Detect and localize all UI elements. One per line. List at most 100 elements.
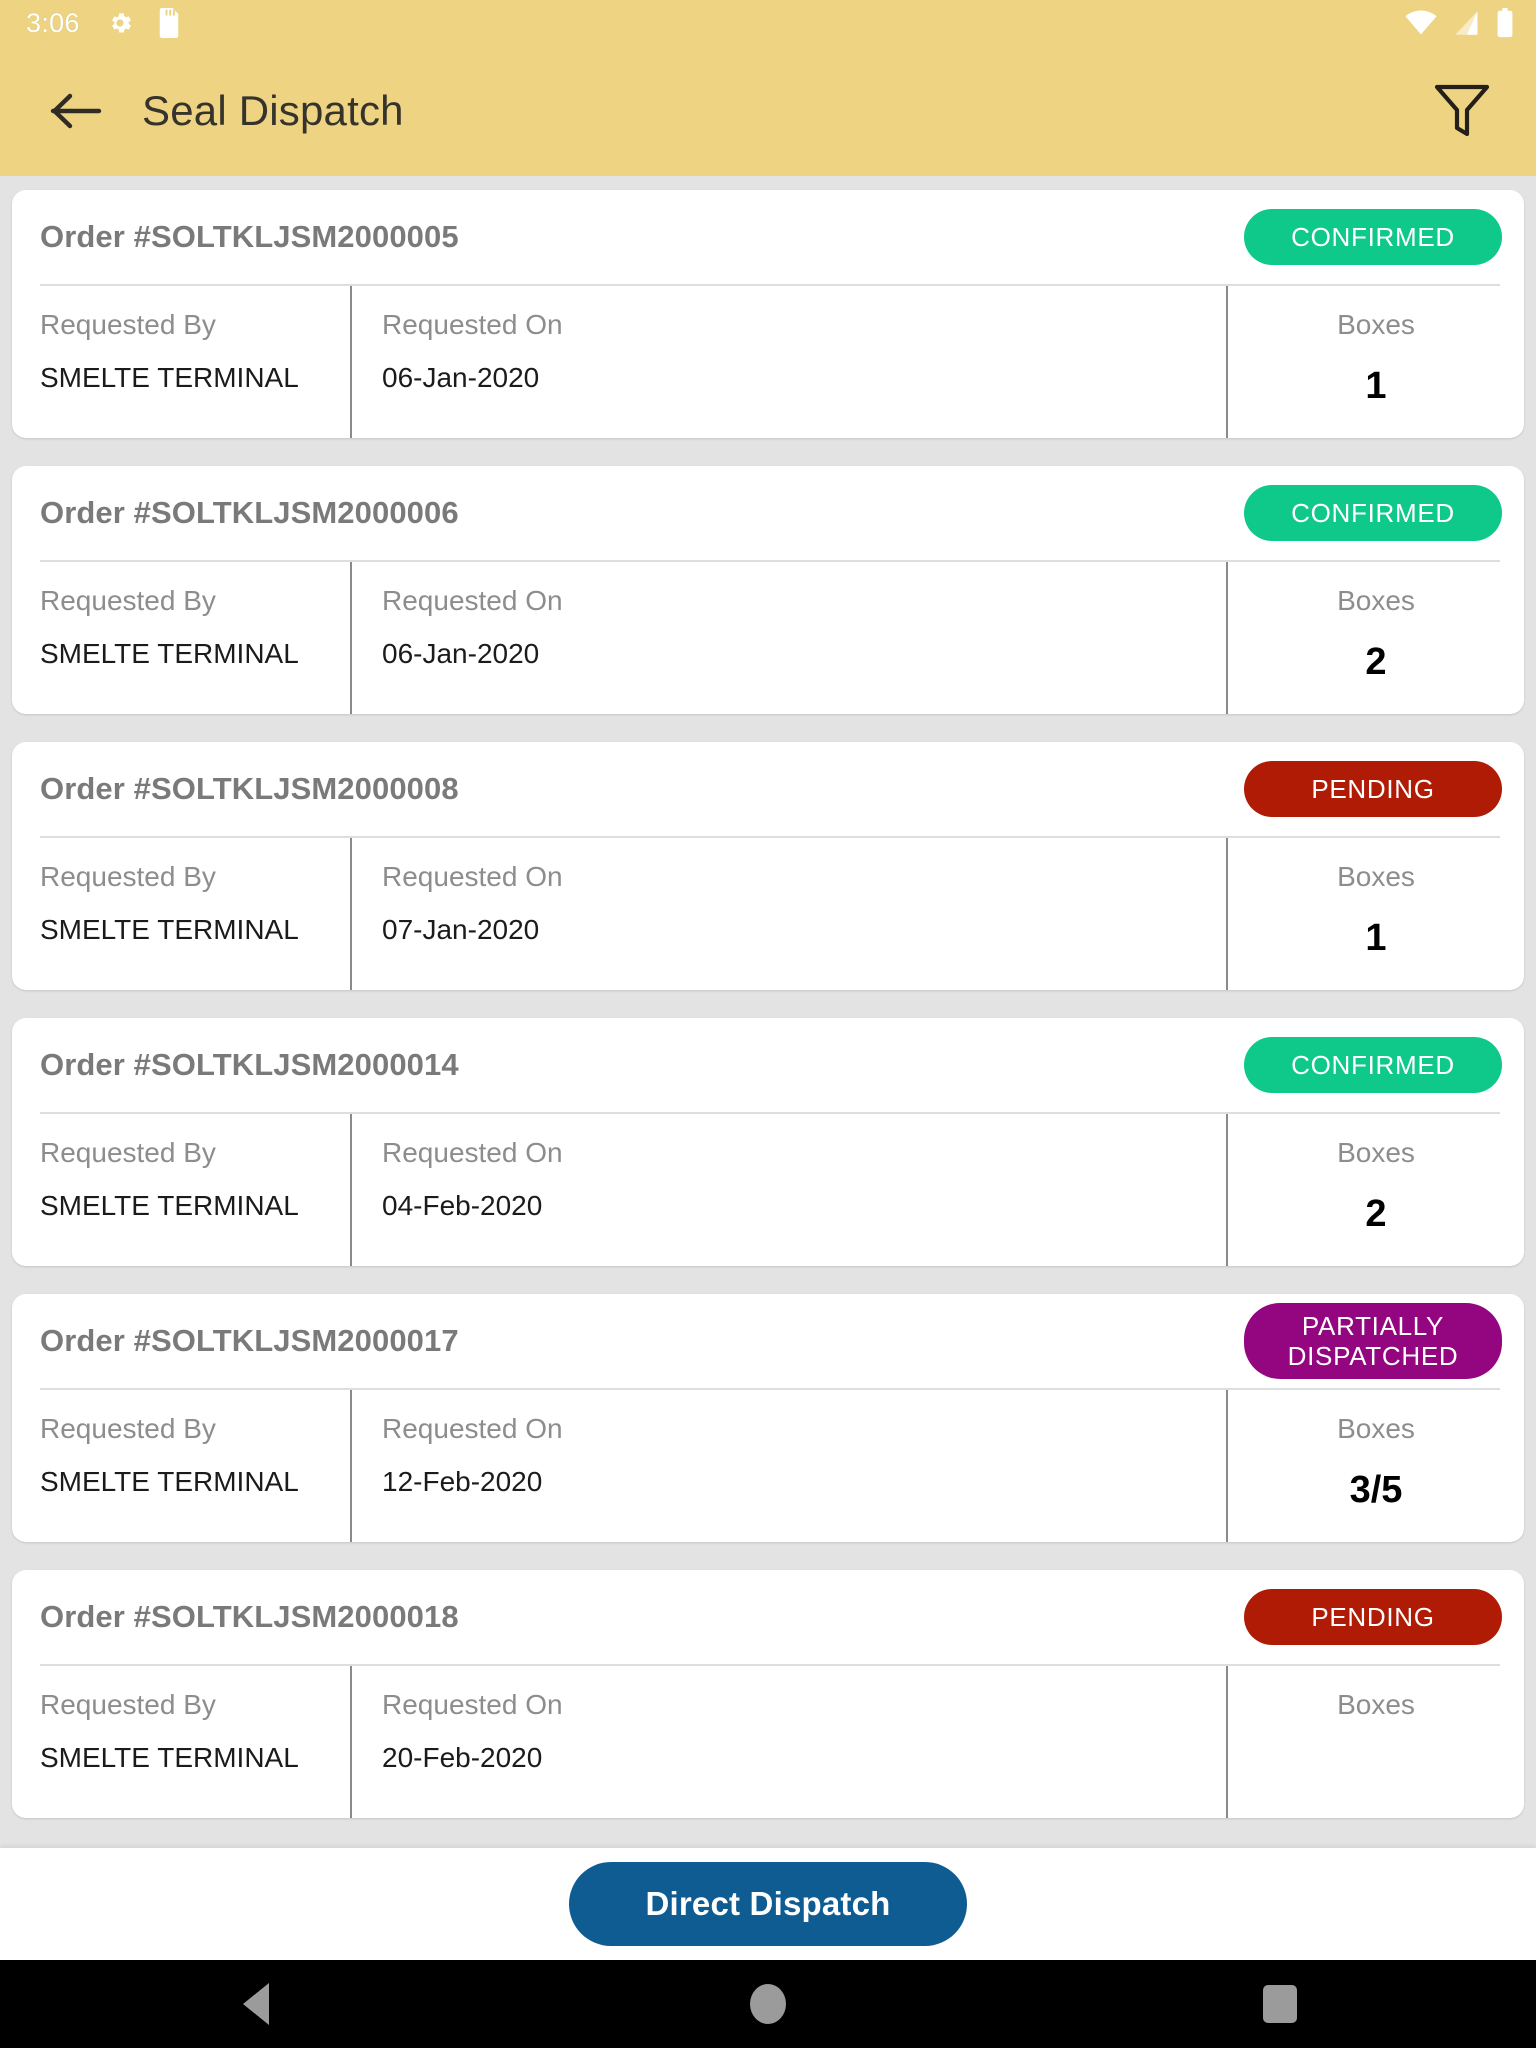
- order-card-body: Requested By SMELTE TERMINAL Requested O…: [12, 1390, 1524, 1542]
- triangle-back-icon: [243, 1983, 269, 2025]
- boxes-column: Boxes 3/5: [1226, 1390, 1524, 1542]
- filter-funnel-icon: [1434, 84, 1490, 137]
- cellular-signal-icon: [1454, 10, 1480, 36]
- requested-on-label: Requested On: [382, 309, 563, 340]
- order-card[interactable]: Order #SOLTKLJSM2000008 PENDING Requeste…: [12, 742, 1524, 990]
- order-id: Order #SOLTKLJSM2000017: [40, 1323, 459, 1358]
- nav-home-button[interactable]: [512, 1984, 1024, 2024]
- bottom-action-bar: Direct Dispatch: [0, 1848, 1536, 1960]
- direct-dispatch-button[interactable]: Direct Dispatch: [569, 1862, 967, 1946]
- order-card[interactable]: Order #SOLTKLJSM2000017 PARTIALLY DISPAT…: [12, 1294, 1524, 1542]
- boxes-value: 2: [1365, 1192, 1387, 1235]
- app-root: 3:06 Seal Dispatch Order #SOLTKLJSM20000…: [0, 0, 1536, 2048]
- requested-by-column: Requested By SMELTE TERMINAL: [12, 1390, 334, 1542]
- requested-by-label: Requested By: [40, 585, 216, 616]
- order-card-body: Requested By SMELTE TERMINAL Requested O…: [12, 562, 1524, 714]
- requested-by-value: SMELTE TERMINAL: [40, 1465, 299, 1497]
- requested-on-column: Requested On 12-Feb-2020: [350, 1390, 1226, 1542]
- boxes-label: Boxes: [1337, 861, 1415, 892]
- order-card-header: Order #SOLTKLJSM2000006 CONFIRMED: [12, 466, 1524, 560]
- boxes-label: Boxes: [1337, 1413, 1415, 1444]
- order-card-header: Order #SOLTKLJSM2000008 PENDING: [12, 742, 1524, 836]
- battery-icon: [1496, 8, 1514, 38]
- status-badge[interactable]: PENDING: [1244, 760, 1502, 818]
- boxes-column: Boxes 2: [1226, 1114, 1524, 1266]
- order-list[interactable]: Order #SOLTKLJSM2000005 CONFIRMED Reques…: [0, 176, 1536, 2048]
- requested-on-value: 12-Feb-2020: [382, 1465, 543, 1497]
- gear-icon: [106, 9, 134, 37]
- status-badge[interactable]: CONFIRMED: [1244, 484, 1502, 542]
- requested-on-label: Requested On: [382, 1413, 563, 1444]
- boxes-label: Boxes: [1337, 309, 1415, 340]
- order-card[interactable]: Order #SOLTKLJSM2000006 CONFIRMED Reques…: [12, 466, 1524, 714]
- requested-by-label: Requested By: [40, 1689, 216, 1720]
- order-card-body: Requested By SMELTE TERMINAL Requested O…: [12, 286, 1524, 438]
- requested-on-label: Requested On: [382, 861, 563, 892]
- android-navigation-bar: [0, 1960, 1536, 2048]
- requested-on-column: Requested On 04-Feb-2020: [350, 1114, 1226, 1266]
- requested-by-value: SMELTE TERMINAL: [40, 361, 299, 393]
- order-id: Order #SOLTKLJSM2000006: [40, 495, 459, 530]
- requested-on-value: 20-Feb-2020: [382, 1741, 543, 1773]
- requested-on-column: Requested On 06-Jan-2020: [350, 562, 1226, 714]
- boxes-column: Boxes: [1226, 1666, 1524, 1818]
- requested-on-column: Requested On 07-Jan-2020: [350, 838, 1226, 990]
- requested-by-column: Requested By SMELTE TERMINAL: [12, 1114, 334, 1266]
- app-bar: Seal Dispatch: [0, 46, 1536, 176]
- order-card-header: Order #SOLTKLJSM2000014 CONFIRMED: [12, 1018, 1524, 1112]
- sd-card-icon: [156, 8, 182, 38]
- status-bar-clock: 3:06: [26, 7, 80, 38]
- boxes-column: Boxes 1: [1226, 838, 1524, 990]
- boxes-label: Boxes: [1337, 585, 1415, 616]
- status-badge[interactable]: PARTIALLY DISPATCHED: [1244, 1302, 1502, 1380]
- requested-on-column: Requested On 20-Feb-2020: [350, 1666, 1226, 1818]
- order-card-header: Order #SOLTKLJSM2000005 CONFIRMED: [12, 190, 1524, 284]
- page-title: Seal Dispatch: [142, 87, 404, 134]
- square-recents-icon: [1263, 1985, 1297, 2023]
- back-button[interactable]: [40, 75, 112, 147]
- order-id: Order #SOLTKLJSM2000005: [40, 219, 459, 254]
- requested-on-label: Requested On: [382, 585, 563, 616]
- nav-back-button[interactable]: [0, 1983, 512, 2025]
- order-card-body: Requested By SMELTE TERMINAL Requested O…: [12, 1666, 1524, 1818]
- boxes-label: Boxes: [1337, 1137, 1415, 1168]
- requested-by-label: Requested By: [40, 1413, 216, 1444]
- requested-on-value: 06-Jan-2020: [382, 361, 540, 393]
- requested-by-value: SMELTE TERMINAL: [40, 637, 299, 669]
- requested-by-column: Requested By SMELTE TERMINAL: [12, 838, 334, 990]
- requested-on-value: 04-Feb-2020: [382, 1189, 543, 1221]
- order-card[interactable]: Order #SOLTKLJSM2000014 CONFIRMED Reques…: [12, 1018, 1524, 1266]
- status-badge[interactable]: PENDING: [1244, 1588, 1502, 1646]
- requested-on-label: Requested On: [382, 1689, 563, 1720]
- requested-on-value: 06-Jan-2020: [382, 637, 540, 669]
- requested-by-label: Requested By: [40, 1137, 216, 1168]
- requested-by-label: Requested By: [40, 861, 216, 892]
- order-card-header: Order #SOLTKLJSM2000018 PENDING: [12, 1570, 1524, 1664]
- boxes-value: 2: [1365, 640, 1387, 683]
- status-badge[interactable]: CONFIRMED: [1244, 208, 1502, 266]
- boxes-value: 1: [1365, 916, 1387, 959]
- requested-by-label: Requested By: [40, 309, 216, 340]
- requested-by-column: Requested By SMELTE TERMINAL: [12, 1666, 334, 1818]
- boxes-column: Boxes 1: [1226, 286, 1524, 438]
- boxes-label: Boxes: [1337, 1689, 1415, 1720]
- order-id: Order #SOLTKLJSM2000014: [40, 1047, 459, 1082]
- boxes-column: Boxes 2: [1226, 562, 1524, 714]
- nav-recents-button[interactable]: [1024, 1985, 1536, 2023]
- status-bar-system-icons: [1404, 8, 1514, 38]
- order-id: Order #SOLTKLJSM2000018: [40, 1599, 459, 1634]
- wifi-icon: [1404, 10, 1438, 36]
- order-card-body: Requested By SMELTE TERMINAL Requested O…: [12, 1114, 1524, 1266]
- order-card[interactable]: Order #SOLTKLJSM2000005 CONFIRMED Reques…: [12, 190, 1524, 438]
- boxes-value: 1: [1365, 364, 1387, 407]
- filter-button[interactable]: [1422, 71, 1502, 151]
- status-badge[interactable]: CONFIRMED: [1244, 1036, 1502, 1094]
- requested-on-value: 07-Jan-2020: [382, 913, 540, 945]
- order-card[interactable]: Order #SOLTKLJSM2000018 PENDING Requeste…: [12, 1570, 1524, 1818]
- order-id: Order #SOLTKLJSM2000008: [40, 771, 459, 806]
- requested-by-value: SMELTE TERMINAL: [40, 913, 299, 945]
- requested-on-column: Requested On 06-Jan-2020: [350, 286, 1226, 438]
- requested-by-column: Requested By SMELTE TERMINAL: [12, 286, 334, 438]
- order-card-body: Requested By SMELTE TERMINAL Requested O…: [12, 838, 1524, 990]
- requested-by-value: SMELTE TERMINAL: [40, 1741, 299, 1773]
